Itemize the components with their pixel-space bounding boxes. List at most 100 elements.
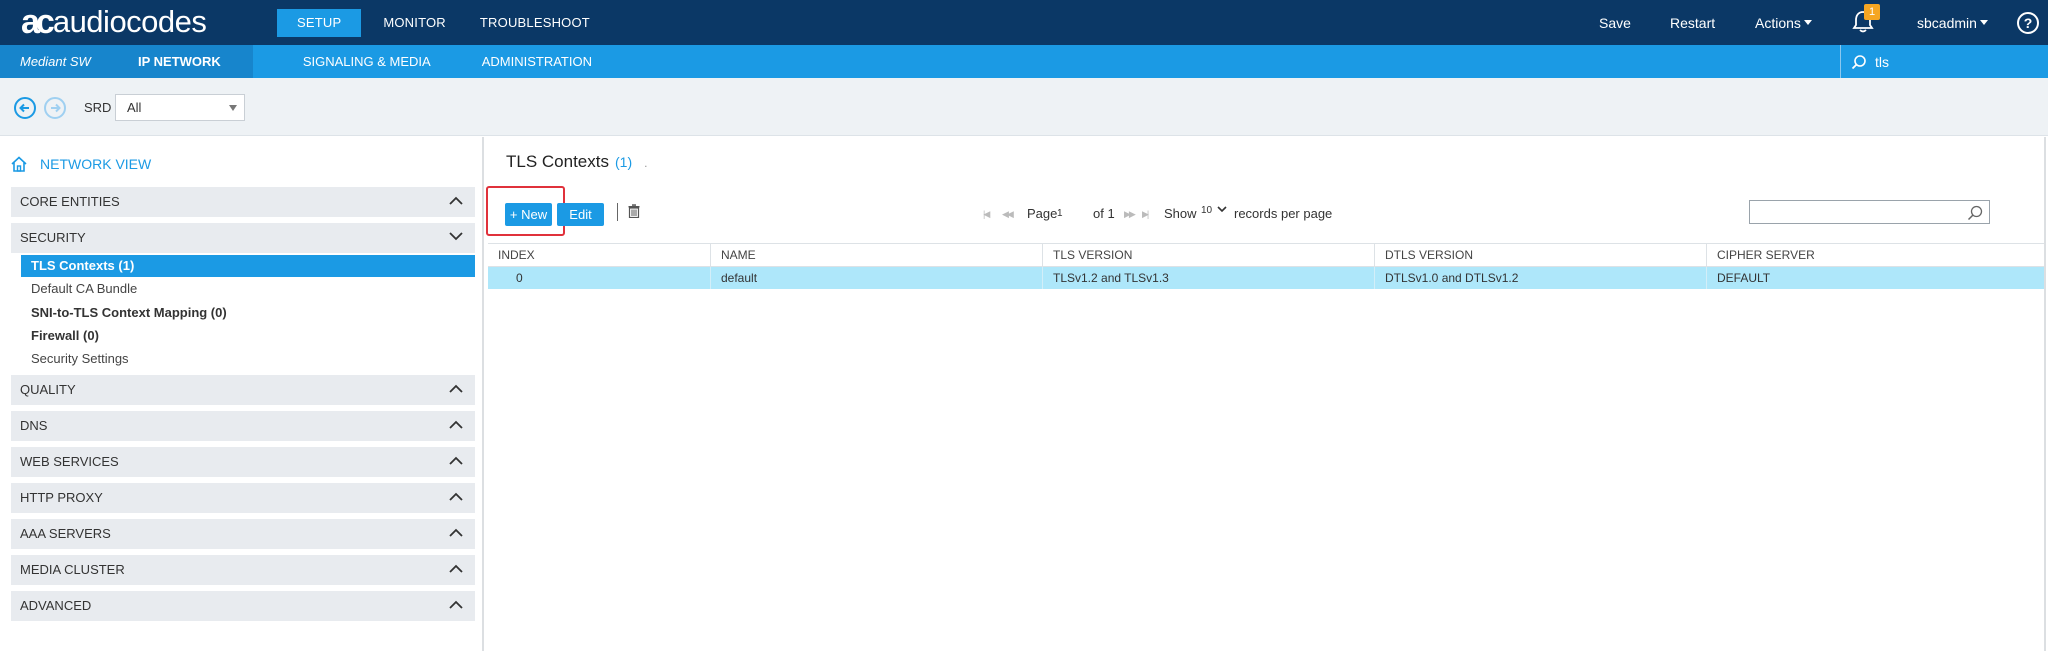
header-tls-version[interactable]: TLS VERSION <box>1043 244 1375 267</box>
notification-badge: 1 <box>1864 4 1880 20</box>
restart-button-wrap: Restart <box>1670 0 1715 45</box>
section-dns[interactable]: DNS <box>11 411 475 441</box>
chevron-up-icon <box>449 492 463 501</box>
srd-select[interactable]: All <box>115 94 245 121</box>
section-label: WEB SERVICES <box>20 454 119 469</box>
next-page-icon[interactable]: ▶▶ <box>1124 209 1136 220</box>
topnav-monitor[interactable]: MONITOR <box>373 9 456 37</box>
audiocodes-logo[interactable]: ac audiocodes <box>21 3 207 41</box>
prev-page-icon[interactable]: ◀◀ <box>1002 209 1014 220</box>
section-label: DNS <box>20 418 48 433</box>
product-label: Mediant SW <box>0 45 106 78</box>
top-nav: SETUP MONITOR TROUBLESHOOT <box>277 0 600 45</box>
section-advanced[interactable]: ADVANCED <box>11 591 475 621</box>
page-title-text: TLS Contexts <box>506 152 609 171</box>
main-content: TLS Contexts (1). + New Edit |◀ ◀◀ Page 1… <box>486 137 2046 651</box>
table-header: INDEX NAME TLS VERSION DTLS VERSION CIPH… <box>488 243 2044 267</box>
last-page-icon[interactable]: ▶| <box>1142 209 1149 220</box>
sidebar-item-firewall[interactable]: Firewall (0) <box>21 325 475 347</box>
table-search-input[interactable] <box>1749 200 1990 224</box>
user-caret-icon <box>1979 20 1988 25</box>
sidebar-item-security-settings[interactable]: Security Settings <box>21 348 475 370</box>
search-value: tls <box>1875 53 1889 70</box>
section-label: AAA SERVERS <box>20 526 111 541</box>
sub-nav: IP NETWORK SIGNALING & MEDIA ADMINISTRAT… <box>106 45 592 78</box>
user-menu[interactable]: sbcadmin <box>1917 0 1988 45</box>
title-dot: . <box>644 156 648 170</box>
tls-contexts-table: INDEX NAME TLS VERSION DTLS VERSION CIPH… <box>488 243 2044 289</box>
cell-index: 0 <box>488 267 711 289</box>
page-size-value: 10 <box>1201 205 1213 216</box>
section-label: MEDIA CLUSTER <box>20 562 125 577</box>
page-size-select[interactable]: 10 <box>1201 205 1227 216</box>
cell-tls-version: TLSv1.2 and TLSv1.3 <box>1043 267 1375 289</box>
header-dtls-version[interactable]: DTLS VERSION <box>1375 244 1707 267</box>
page-input[interactable]: 1 <box>1057 208 1063 219</box>
actions-menu[interactable]: Actions <box>1755 0 1812 45</box>
section-core-entities[interactable]: CORE ENTITIES <box>11 187 475 217</box>
restart-button[interactable]: Restart <box>1670 15 1715 31</box>
chevron-up-icon <box>449 420 463 429</box>
section-label: CORE ENTITIES <box>20 194 120 209</box>
back-button[interactable] <box>14 97 36 119</box>
sidebar-item-tls-contexts[interactable]: TLS Contexts (1) <box>21 255 475 277</box>
sidebar-item-default-ca-bundle[interactable]: Default CA Bundle <box>21 278 475 300</box>
section-label: QUALITY <box>20 382 76 397</box>
page-label: Page <box>1027 206 1058 221</box>
trash-icon[interactable] <box>628 204 640 218</box>
user-label: sbcadmin <box>1917 14 1977 31</box>
global-search[interactable]: tls <box>1840 45 2048 78</box>
first-page-icon[interactable]: |◀ <box>983 209 990 220</box>
subnav-signaling-media[interactable]: SIGNALING & MEDIA <box>253 45 431 78</box>
toolbar: SRD All <box>0 78 2048 136</box>
top-bar: ac audiocodes SETUP MONITOR TROUBLESHOOT… <box>0 0 2048 45</box>
section-label: SECURITY <box>20 230 86 245</box>
chevron-up-icon <box>449 196 463 205</box>
topnav-setup[interactable]: SETUP <box>277 8 362 37</box>
toolbar-divider <box>617 203 618 221</box>
subnav-administration[interactable]: ADMINISTRATION <box>431 45 592 78</box>
chevron-up-icon <box>449 456 463 465</box>
header-index[interactable]: INDEX <box>488 244 711 267</box>
section-web-services[interactable]: WEB SERVICES <box>11 447 475 477</box>
section-aaa-servers[interactable]: AAA SERVERS <box>11 519 475 549</box>
chevron-down-icon <box>229 105 237 111</box>
cell-cipher-server: DEFAULT <box>1717 271 1771 285</box>
search-icon <box>1851 54 1866 69</box>
section-media-cluster[interactable]: MEDIA CLUSTER <box>11 555 475 585</box>
sidebar-item-sni-mapping[interactable]: SNI-to-TLS Context Mapping (0) <box>21 302 475 324</box>
subnav-ip-network[interactable]: IP NETWORK <box>106 45 253 78</box>
new-button[interactable]: + New <box>505 203 552 226</box>
section-security[interactable]: SECURITY <box>11 223 475 253</box>
section-label: HTTP PROXY <box>20 490 103 505</box>
chevron-down-icon <box>1217 206 1227 213</box>
search-icon <box>1967 205 1983 221</box>
show-label: Show <box>1164 206 1197 221</box>
section-quality[interactable]: QUALITY <box>11 375 475 405</box>
logo-mark: ac <box>21 3 55 41</box>
cell-dtls-version: DTLSv1.0 and DTLSv1.2 <box>1375 267 1707 289</box>
section-http-proxy[interactable]: HTTP PROXY <box>11 483 475 513</box>
edit-button[interactable]: Edit <box>557 203 604 226</box>
record-count: (1) <box>615 154 633 170</box>
records-per-page-label: records per page <box>1234 206 1333 221</box>
header-name[interactable]: NAME <box>711 244 1043 267</box>
page-title: TLS Contexts (1). <box>506 152 647 172</box>
actions-caret-icon <box>1803 20 1812 25</box>
table-row[interactable]: 0 default TLSv1.2 and TLSv1.3 DTLSv1.0 a… <box>488 267 2044 289</box>
chevron-down-icon <box>449 232 463 241</box>
header-cipher-server[interactable]: CIPHER SERVER <box>1707 244 2044 267</box>
forward-button[interactable] <box>44 97 66 119</box>
chevron-up-icon <box>449 528 463 537</box>
section-label: ADVANCED <box>20 598 92 613</box>
sub-bar: Mediant SW IP NETWORK SIGNALING & MEDIA … <box>0 45 2048 78</box>
arrow-right-icon <box>51 103 61 113</box>
save-button[interactable]: Save <box>1599 15 1631 31</box>
help-icon[interactable]: ? <box>2017 12 2039 34</box>
network-view-link[interactable]: NETWORK VIEW <box>10 155 151 173</box>
cell-name: default <box>711 267 1043 289</box>
chevron-up-icon <box>449 564 463 573</box>
topnav-troubleshoot[interactable]: TROUBLESHOOT <box>470 9 600 37</box>
home-icon <box>11 156 27 172</box>
srd-value: All <box>127 100 142 115</box>
